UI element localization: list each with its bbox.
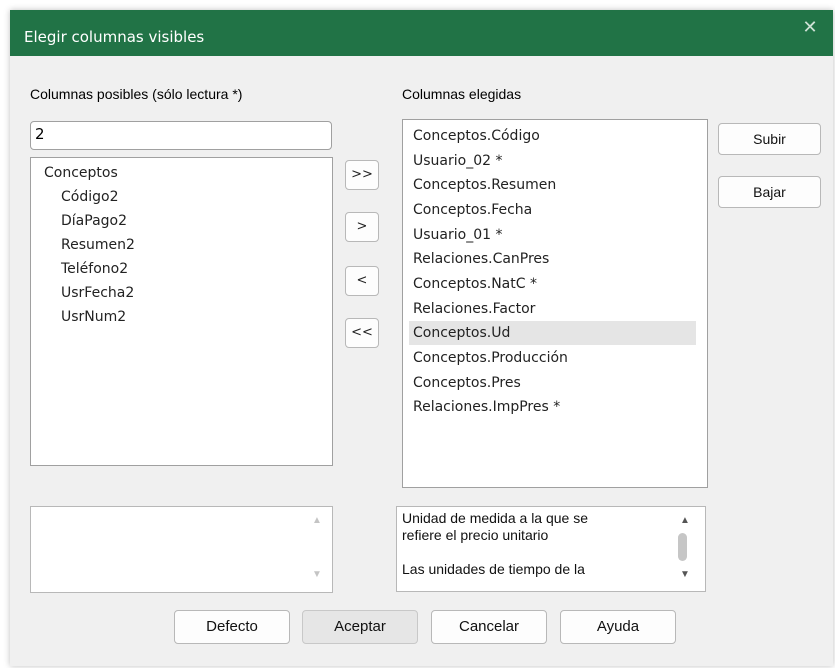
dialog-window: Elegir columnas visibles ✕ Columnas posi… — [10, 10, 833, 666]
default-button[interactable]: Defecto — [174, 610, 290, 644]
list-item[interactable]: Conceptos.Producción — [409, 346, 696, 370]
list-item[interactable]: Conceptos.Código — [409, 124, 696, 148]
list-item[interactable]: Relaciones.ImpPres * — [409, 395, 696, 419]
tree-item[interactable]: Resumen2 — [61, 237, 135, 253]
tree-item[interactable]: UsrFecha2 — [61, 285, 134, 301]
description-line — [402, 544, 667, 561]
list-item[interactable]: Usuario_02 * — [409, 149, 696, 173]
description-line: refiere el precio unitario — [402, 527, 549, 543]
scroll-down-icon[interactable]: ▼ — [310, 569, 324, 580]
tree-item[interactable]: UsrNum2 — [61, 309, 126, 325]
remove-all-button[interactable]: << — [345, 318, 379, 348]
list-item[interactable]: Conceptos.Pres — [409, 371, 696, 395]
close-button[interactable]: ✕ — [793, 12, 827, 42]
scroll-up-icon[interactable]: ▲ — [678, 515, 692, 526]
list-item-selected[interactable]: Conceptos.Ud — [409, 321, 696, 345]
list-item[interactable]: Conceptos.Resumen — [409, 173, 696, 197]
tree-item[interactable]: DíaPago2 — [61, 213, 127, 229]
description-line: Unidad de medida a la que se — [402, 510, 589, 526]
dialog-title: Elegir columnas visibles — [24, 28, 205, 46]
list-item[interactable]: Usuario_01 * — [409, 223, 696, 247]
move-up-button[interactable]: Subir — [718, 123, 821, 155]
tree-root-conceptos[interactable]: Conceptos — [44, 165, 118, 181]
available-columns-tree[interactable]: Conceptos Código2 DíaPago2 Resumen2 Telé… — [30, 157, 333, 466]
list-item[interactable]: Relaciones.CanPres — [409, 247, 696, 271]
chosen-columns-label: Columnas elegidas — [402, 86, 522, 102]
description-line: Las unidades de tiempo de la — [402, 561, 585, 577]
scrollbar-thumb[interactable] — [678, 533, 687, 561]
move-down-button[interactable]: Bajar — [718, 176, 821, 208]
filter-input[interactable]: 2 — [30, 121, 332, 150]
list-item[interactable]: Relaciones.Factor — [409, 297, 696, 321]
remove-button[interactable]: < — [345, 266, 379, 296]
chosen-description-panel: Unidad de medida a la que se refiere el … — [396, 506, 706, 592]
available-columns-label: Columnas posibles (sólo lectura *) — [30, 86, 243, 102]
tree-item[interactable]: Código2 — [61, 189, 118, 205]
cancel-button[interactable]: Cancelar — [431, 610, 547, 644]
help-button[interactable]: Ayuda — [560, 610, 676, 644]
chosen-columns-list[interactable]: Conceptos.Código Usuario_02 * Conceptos.… — [402, 119, 708, 488]
close-icon: ✕ — [802, 17, 818, 37]
accept-button[interactable]: Aceptar — [302, 610, 418, 644]
scroll-down-icon[interactable]: ▼ — [678, 569, 692, 580]
add-all-button[interactable]: >> — [345, 160, 379, 190]
column-description: Unidad de medida a la que se refiere el … — [402, 510, 667, 578]
tree-item[interactable]: Teléfono2 — [61, 261, 128, 277]
available-description-panel: ▲ ▼ — [30, 506, 333, 593]
list-item[interactable]: Conceptos.Fecha — [409, 198, 696, 222]
list-item[interactable]: Conceptos.NatC * — [409, 272, 696, 296]
add-button[interactable]: > — [345, 212, 379, 242]
scroll-up-icon[interactable]: ▲ — [310, 515, 324, 526]
title-bar: Elegir columnas visibles ✕ — [10, 10, 833, 56]
